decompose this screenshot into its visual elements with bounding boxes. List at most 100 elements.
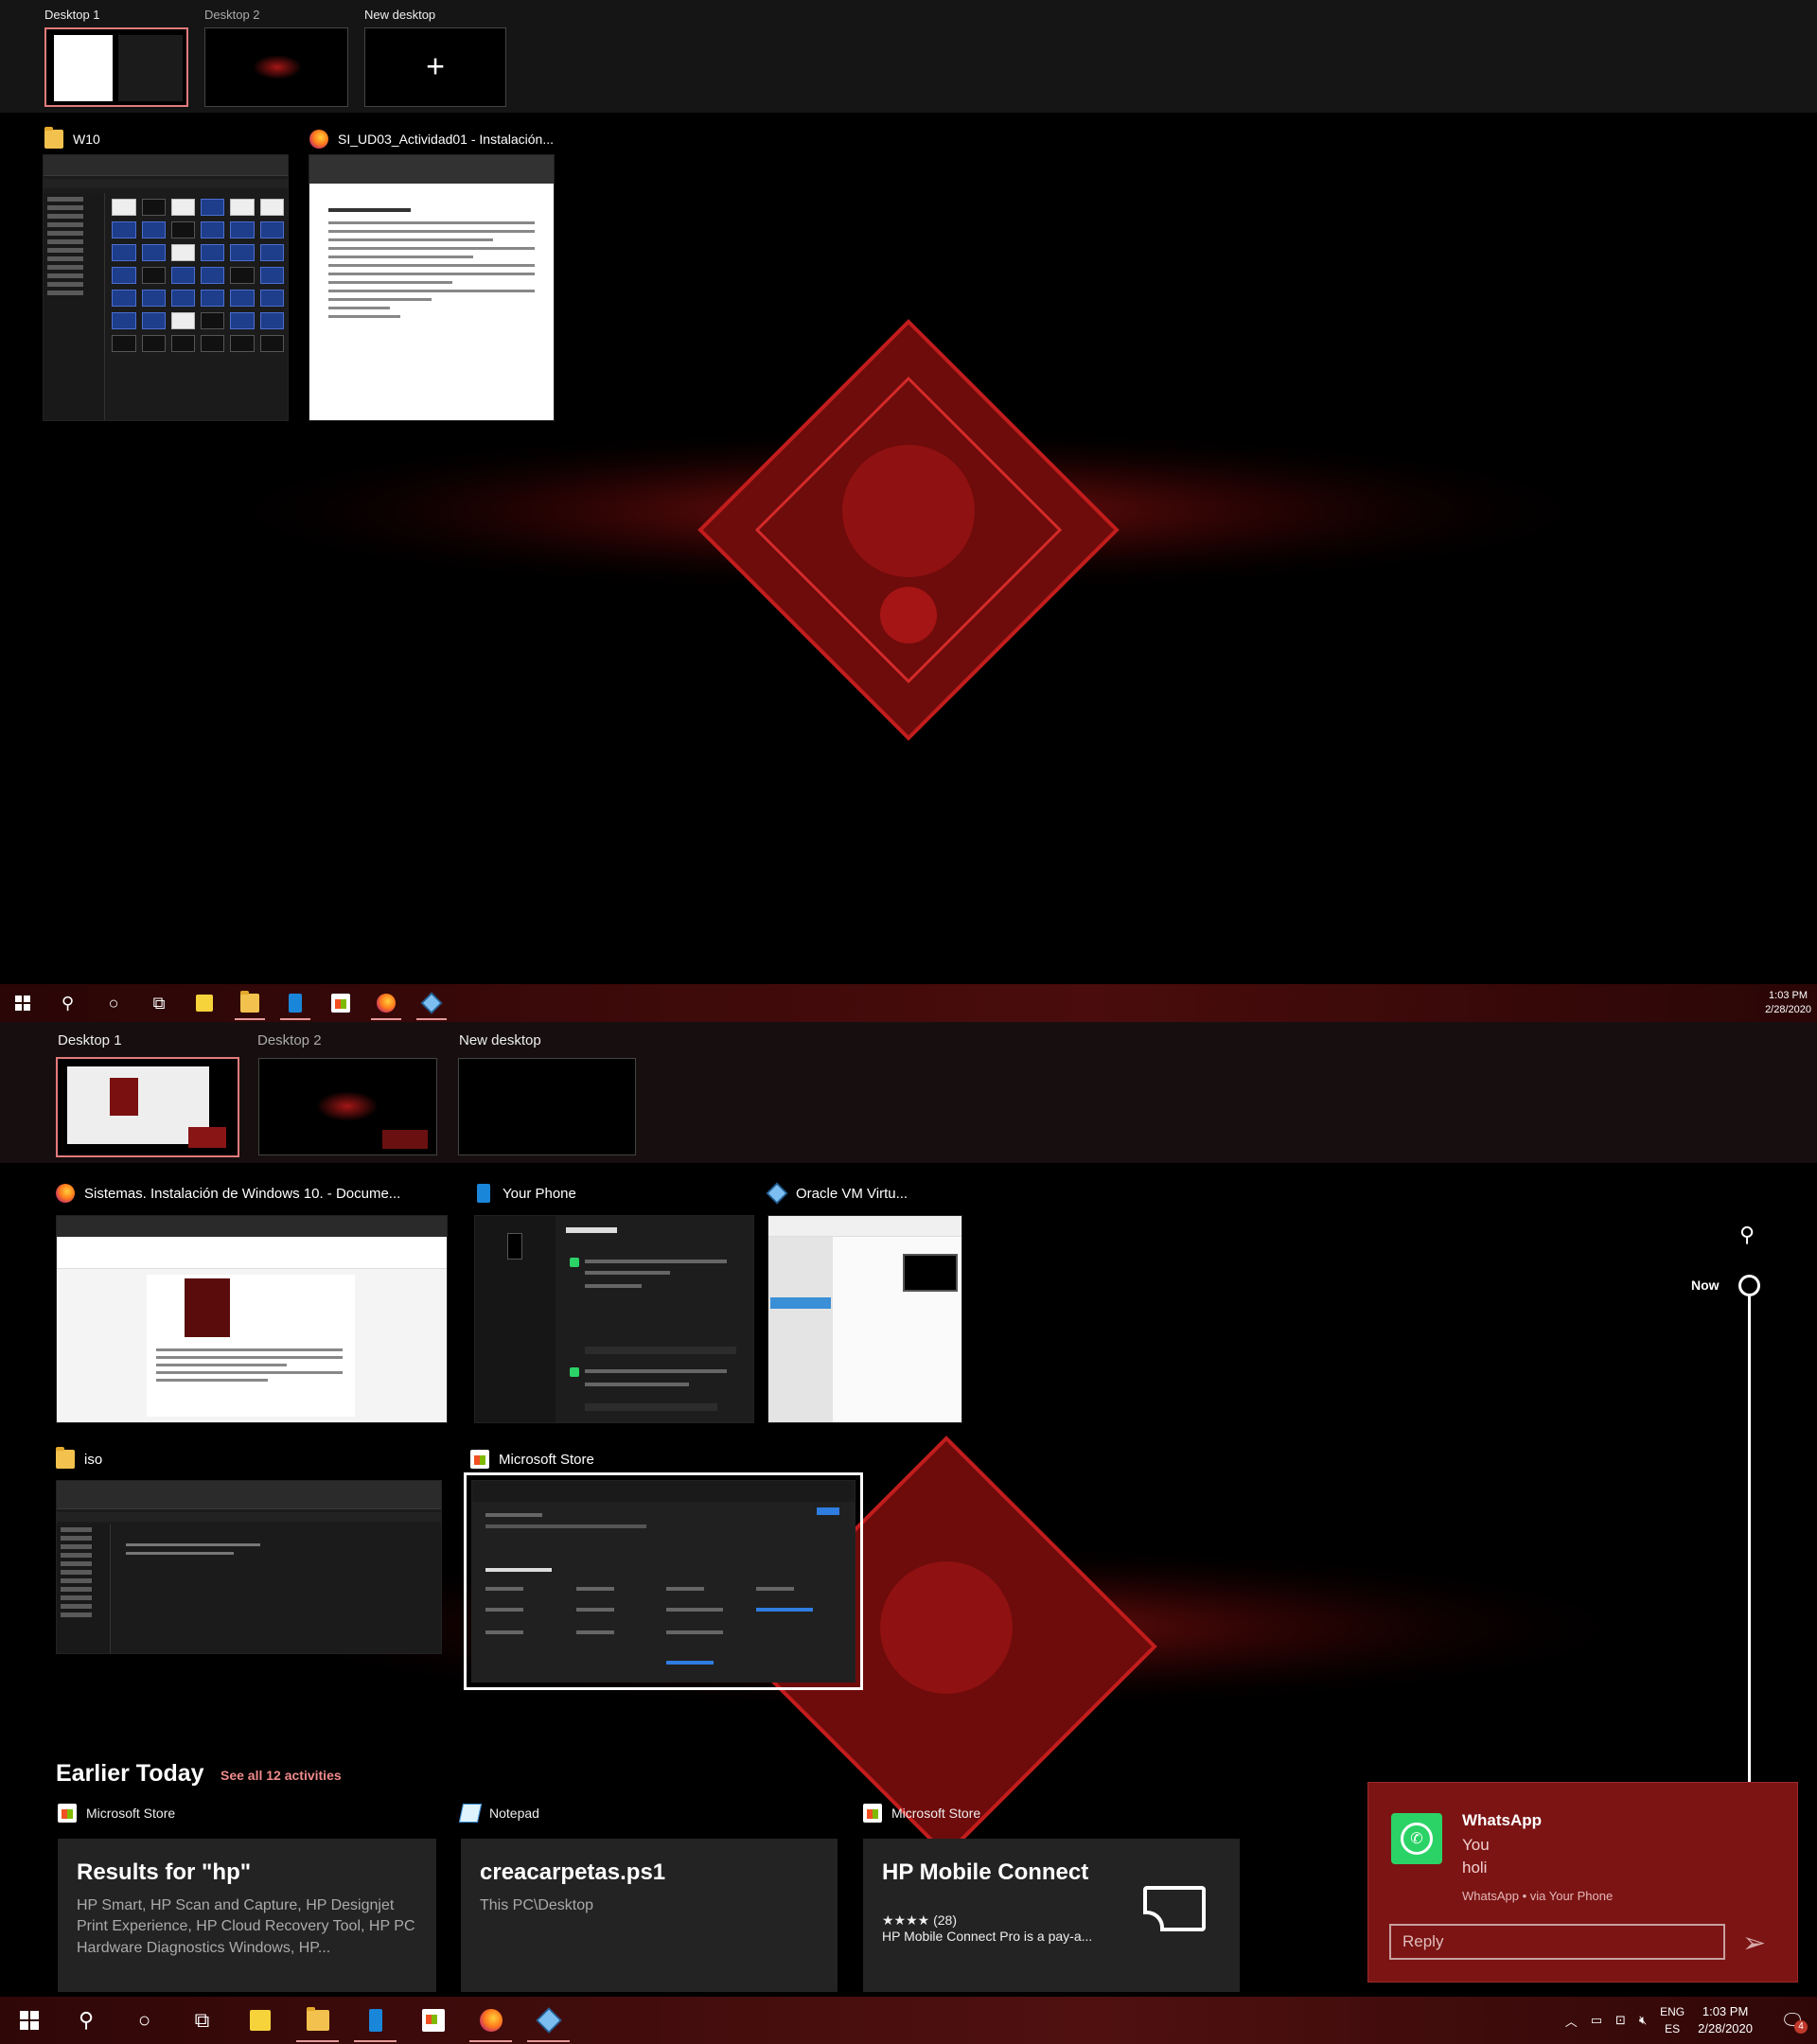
taskbar-file-explorer[interactable]	[227, 984, 273, 1022]
search-button[interactable]: ⚲	[45, 984, 91, 1022]
window-thumbnail-firefox-doc[interactable]	[309, 154, 555, 421]
new-desktop-button[interactable]: +	[364, 27, 506, 107]
whatsapp-icon: ✆	[1391, 1813, 1442, 1864]
desktop-2-thumbnail[interactable]	[258, 1058, 437, 1155]
taskbar-your-phone[interactable]	[273, 984, 318, 1022]
clock-time: 1:03 PM	[1702, 2003, 1749, 2018]
desktop-1-thumbnail[interactable]	[56, 1057, 239, 1157]
taskbar-firefox[interactable]	[363, 984, 409, 1022]
window-title-virtualbox[interactable]: Oracle VM Virtu...	[766, 1182, 908, 1205]
virtualbox-icon	[420, 992, 443, 1014]
window-title-w10[interactable]: W10	[44, 127, 100, 149]
desktop-1-thumbnail[interactable]	[44, 27, 188, 107]
window-thumbnail-virtualbox[interactable]	[767, 1215, 962, 1423]
search-button[interactable]: ⚲	[58, 1997, 115, 2044]
taskbar-firefox[interactable]	[462, 1997, 520, 2044]
keyboard-layout-code: ES	[1665, 2022, 1681, 2035]
your-phone-icon	[289, 994, 302, 1013]
window-title-text: Your Phone	[503, 1185, 576, 1202]
file-explorer-icon	[306, 2007, 329, 2031]
toast-message: holi	[1462, 1859, 1488, 1877]
window-title-text: Sistemas. Instalación de Windows 10. - D…	[84, 1185, 401, 1202]
taskbar-your-phone[interactable]	[346, 1997, 404, 2044]
clock[interactable]: 1:03 PM 2/28/2020	[1765, 989, 1817, 1018]
window-title-microsoft-store[interactable]: Microsoft Store	[470, 1450, 594, 1469]
activity-app-name: Microsoft Store	[86, 1806, 176, 1821]
windows-logo-icon	[15, 996, 30, 1011]
notification-count-badge: 4	[1794, 2020, 1808, 2034]
start-button[interactable]	[0, 984, 45, 1022]
microsoft-store-icon	[331, 994, 350, 1013]
taskbar-sticky-notes[interactable]	[231, 1997, 289, 2044]
notepad-icon	[458, 1804, 483, 1823]
window-title-iso[interactable]: iso	[56, 1447, 103, 1469]
search-icon: ⚲	[79, 2008, 95, 2032]
taskbar-microsoft-store[interactable]	[318, 984, 363, 1022]
battery-icon[interactable]: ▭	[1591, 2013, 1602, 2028]
new-desktop-button[interactable]	[458, 1058, 636, 1155]
taskbar-file-explorer[interactable]	[289, 1997, 346, 2044]
send-icon[interactable]: ➢	[1742, 1927, 1766, 1960]
microsoft-store-icon	[470, 1450, 489, 1469]
task-view-icon: ⧉	[152, 994, 166, 1013]
taskbar-microsoft-store[interactable]	[404, 1997, 462, 2044]
start-button[interactable]	[0, 1997, 58, 2044]
activity-title: Results for "hp"	[77, 1859, 252, 1885]
timeline-now-marker[interactable]	[1738, 1275, 1760, 1296]
input-language-button[interactable]: ENG ES	[1660, 2003, 1685, 2037]
show-hidden-icons-chevron-icon[interactable]: ︿	[1565, 2012, 1578, 2030]
timeline-scrollbar[interactable]	[1748, 1296, 1751, 1855]
taskbar-virtualbox[interactable]	[520, 1997, 577, 2044]
window-title-text: Microsoft Store	[499, 1451, 594, 1468]
new-desktop-label: New desktop	[459, 1032, 541, 1048]
window-title-text: Oracle VM Virtu...	[796, 1185, 908, 1202]
task-view-icon: ⧉	[194, 2008, 210, 2032]
activity-card-store-results[interactable]: Results for "hp" HP Smart, HP Scan and C…	[58, 1839, 436, 1992]
window-thumbnail-microsoft-store[interactable]	[464, 1472, 863, 1690]
activity-card-hp-mobile-connect[interactable]: HP Mobile Connect ★★★★ (28) HP Mobile Co…	[863, 1839, 1240, 1992]
window-thumbnail-your-phone[interactable]	[474, 1215, 754, 1423]
window-title-text: SI_UD03_Actividad01 - Instalación...	[338, 132, 555, 147]
clock-date: 2/28/2020	[1698, 2021, 1753, 2035]
window-title-firefox-doc[interactable]: SI_UD03_Actividad01 - Instalación...	[309, 130, 554, 149]
cortana-icon: ○	[108, 994, 119, 1013]
toast-reply-input[interactable]	[1389, 1924, 1725, 1960]
clock[interactable]: 1:03 PM 2/28/2020	[1698, 2003, 1762, 2037]
activity-subtitle: HP Smart, HP Scan and Capture, HP Design…	[77, 1897, 415, 1956]
microsoft-store-icon	[863, 1804, 882, 1823]
virtualbox-icon	[766, 1182, 788, 1205]
window-thumbnail-firefox-google-docs[interactable]	[56, 1215, 448, 1423]
taskbar-virtualbox[interactable]	[409, 984, 454, 1022]
microsoft-store-icon	[58, 1804, 77, 1823]
window-title-your-phone[interactable]: Your Phone	[474, 1184, 576, 1203]
task-view-button[interactable]: ⧉	[136, 984, 182, 1022]
whatsapp-toast-notification[interactable]: ✆ WhatsApp You holi WhatsApp • via Your …	[1367, 1782, 1798, 1982]
cast-icon	[1143, 1886, 1206, 1931]
window-title-text: iso	[84, 1451, 103, 1468]
timeline-search-icon[interactable]: ⚲	[1739, 1223, 1755, 1247]
activity-card-notepad[interactable]: creacarpetas.ps1 This PC\Desktop	[461, 1839, 838, 1992]
firefox-icon	[377, 994, 396, 1013]
taskbar-sticky-notes[interactable]	[182, 984, 227, 1022]
toast-sender: You	[1462, 1836, 1490, 1854]
activity-app-name: Notepad	[489, 1806, 539, 1821]
your-phone-icon	[368, 2009, 382, 2032]
folder-icon	[44, 127, 63, 149]
see-all-activities-link[interactable]: See all 12 activities	[221, 1768, 342, 1783]
desktop-2-thumbnail[interactable]	[204, 27, 348, 107]
task-view-button[interactable]: ⧉	[173, 1997, 231, 2044]
window-thumbnail-w10[interactable]	[43, 154, 289, 421]
window-thumbnail-iso[interactable]	[56, 1480, 442, 1654]
sticky-notes-icon	[196, 995, 213, 1012]
activity-title: creacarpetas.ps1	[480, 1859, 666, 1885]
cortana-button[interactable]: ○	[115, 1997, 173, 2044]
firefox-icon	[56, 1184, 75, 1203]
your-phone-icon	[477, 1184, 490, 1203]
network-icon[interactable]: ⊡	[1615, 2013, 1626, 2028]
action-center-button[interactable]: 🗨︎ 4	[1775, 2003, 1809, 2037]
activity-app-label: Microsoft Store	[58, 1804, 175, 1823]
cortana-button[interactable]: ○	[91, 984, 136, 1022]
window-title-firefox-google-docs[interactable]: Sistemas. Instalación de Windows 10. - D…	[56, 1184, 400, 1203]
windows-logo-icon	[19, 2011, 39, 2030]
volume-muted-icon[interactable]: 🔇︎	[1639, 2013, 1647, 2028]
